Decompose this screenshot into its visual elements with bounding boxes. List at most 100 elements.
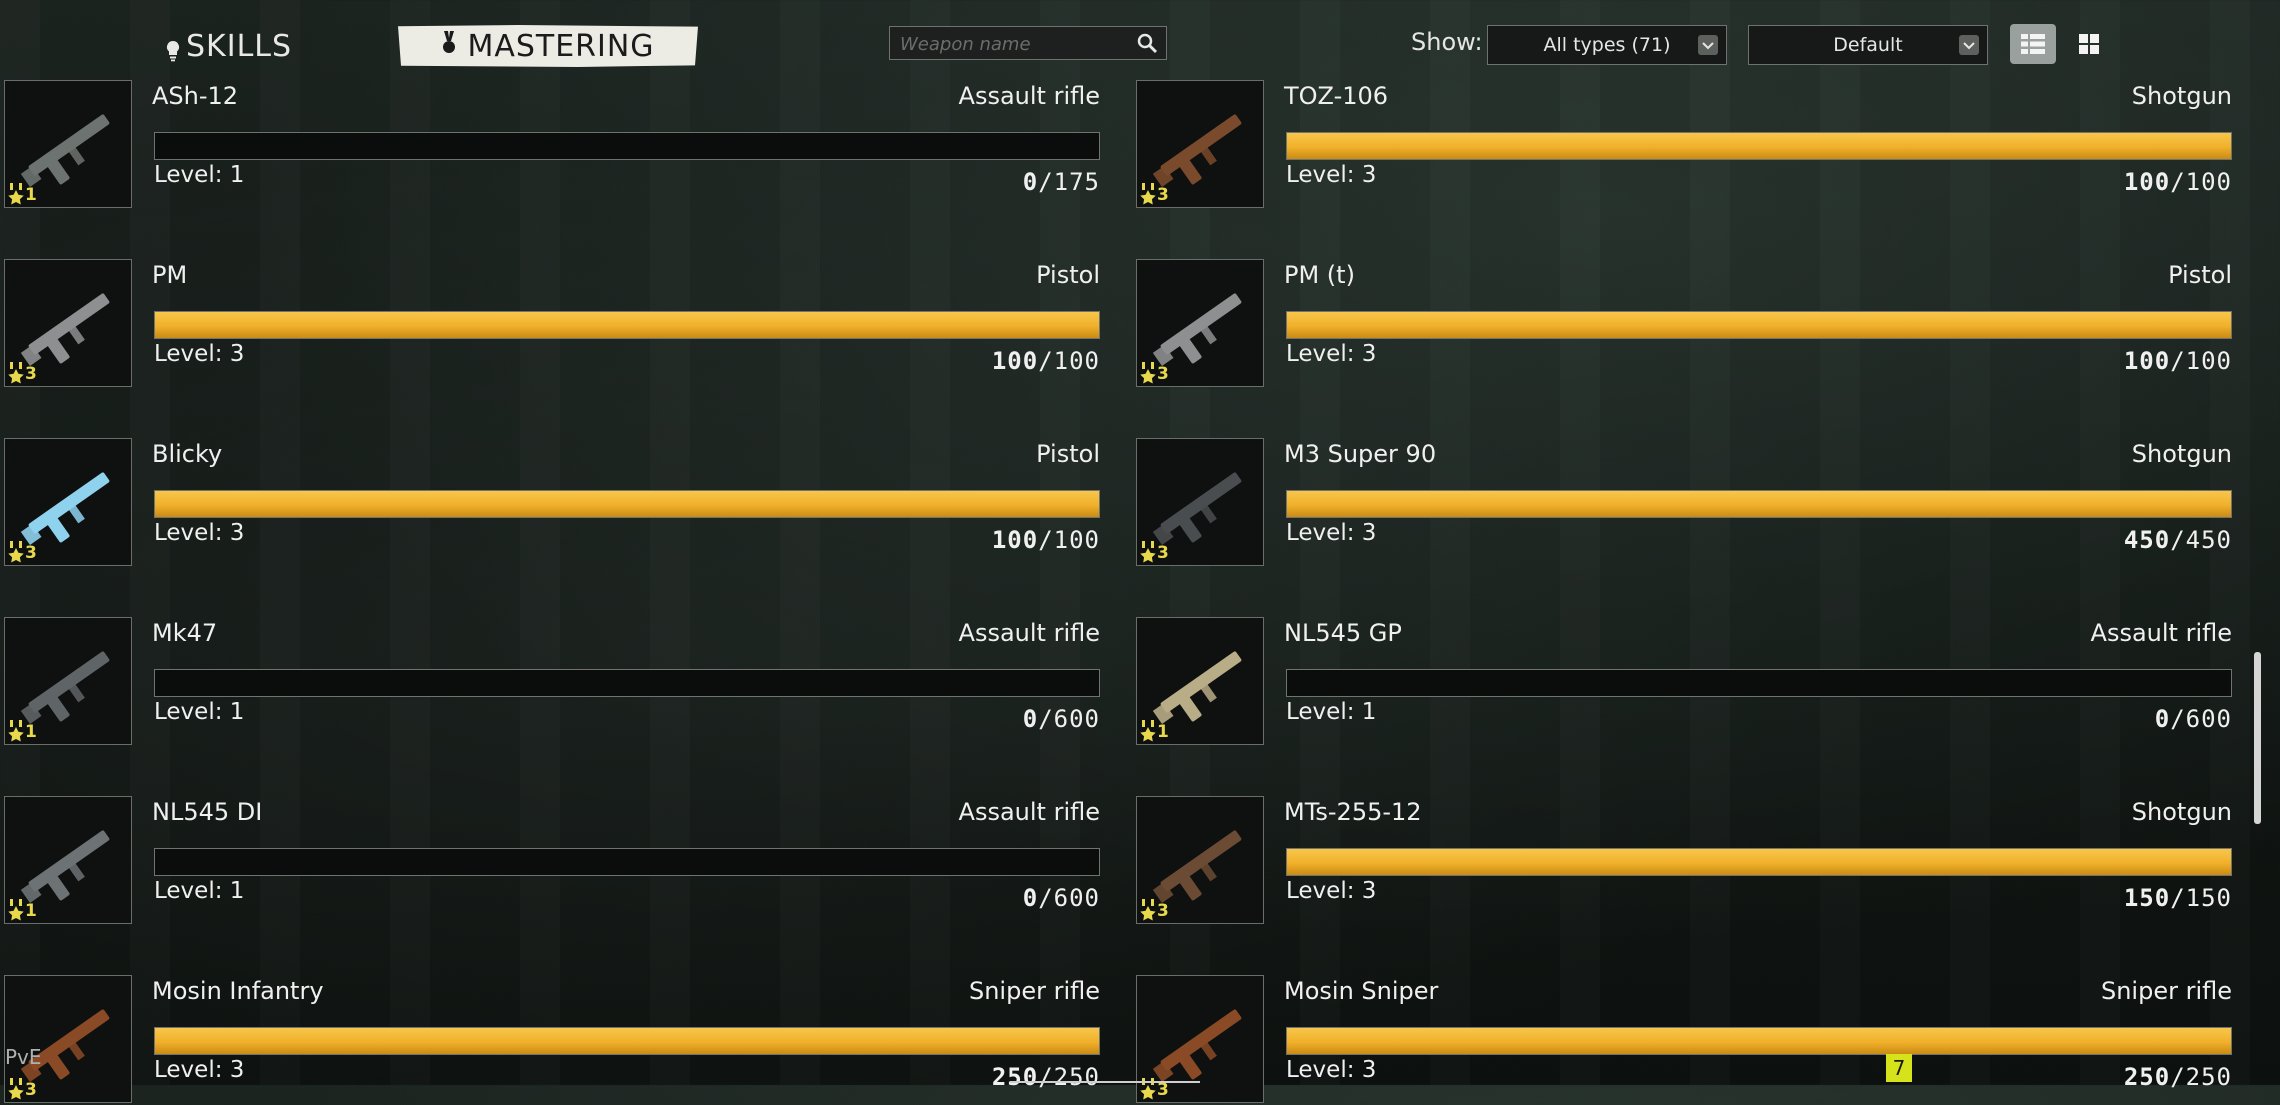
- mastery-progress-bar: [1286, 1027, 2232, 1055]
- weapon-name: NL545 GP: [1284, 619, 1402, 647]
- medal-star-icon: [8, 899, 24, 921]
- mastery-progress-fill: [1287, 491, 2231, 517]
- mastery-level-number: 1: [25, 901, 37, 921]
- mastery-progress-text: 0/600: [1023, 705, 1100, 733]
- mastery-progress-current: 450: [2123, 526, 2171, 554]
- sort-value: Default: [1833, 34, 1903, 56]
- medal-star-icon: [1140, 541, 1156, 563]
- mastery-progress-fill: [1287, 1028, 2231, 1054]
- weapon-row[interactable]: 3 PM (t) Pistol Level: 3 100/100: [1136, 259, 2232, 389]
- weapon-search-input[interactable]: [898, 31, 1132, 57]
- mastery-level-number: 3: [1157, 185, 1169, 205]
- mastery-progress-current: 250: [991, 1063, 1039, 1091]
- weapon-row[interactable]: 3 PM Pistol Level: 3 100/100: [4, 259, 1100, 389]
- weapon-type: Assault rifle: [958, 82, 1100, 110]
- weapon-name: NL545 DI: [152, 798, 263, 826]
- mastery-level-text: Level: 3: [154, 1057, 245, 1083]
- mastery-progress-bar: [154, 1027, 1100, 1055]
- weapon-type: Shotgun: [2131, 440, 2232, 468]
- tab-mastering-label: MASTERING: [467, 28, 655, 64]
- weapon-row[interactable]: 3 TOZ-106 Shotgun Level: 3 100/100: [1136, 80, 2232, 210]
- weapon-row[interactable]: 3 Mosin Sniper Sniper rifle Level: 3 250/250: [1136, 975, 2232, 1105]
- mastery-progress-text: 100/100: [2124, 168, 2232, 196]
- top-bar: SKILLS MASTERING Show: All types (71) De…: [0, 0, 2280, 74]
- weapon-name: ASh-12: [152, 82, 239, 110]
- weapon-type: Pistol: [1036, 440, 1100, 468]
- weapon-row[interactable]: 3 Blicky Pistol Level: 3 100/100: [4, 438, 1100, 568]
- medal-star-icon: [1140, 362, 1156, 384]
- weapon-image: 1: [1136, 617, 1264, 745]
- mastery-level-number: 3: [1157, 1080, 1169, 1100]
- weapon-type: Shotgun: [2131, 82, 2232, 110]
- weapon-image: 1: [4, 796, 132, 924]
- weapon-row[interactable]: 3 MTs-255-12 Shotgun Level: 3 150/150: [1136, 796, 2232, 926]
- mastery-level-text: Level: 3: [1286, 520, 1377, 546]
- weapon-image: 3: [4, 259, 132, 387]
- mastery-level-badge: 1: [7, 899, 37, 921]
- mastery-level-text: Level: 3: [1286, 162, 1377, 188]
- mastery-level-number: 3: [1157, 364, 1169, 384]
- weapon-name: PM (t): [1284, 261, 1355, 289]
- weapon-image: 3: [1136, 259, 1264, 387]
- mastery-progress-fill: [1287, 849, 2231, 875]
- mastery-progress-current: 100: [991, 526, 1039, 554]
- notification-badge[interactable]: 7: [1886, 1054, 1912, 1082]
- sort-select[interactable]: Default: [1748, 25, 1988, 65]
- weapon-row[interactable]: 1 NL545 DI Assault rifle Level: 1 0/600: [4, 796, 1100, 926]
- weapon-name: Mk47: [152, 619, 218, 647]
- mastery-level-badge: 3: [7, 1078, 37, 1100]
- mastery-progress-text: 250/250: [992, 1063, 1100, 1091]
- mastery-level-number: 1: [25, 722, 37, 742]
- list-view-button[interactable]: [2010, 24, 2056, 64]
- mastery-level-badge: 1: [7, 183, 37, 205]
- mastery-level-number: 1: [1157, 722, 1169, 742]
- lightbulb-icon: [166, 35, 180, 62]
- weapon-row[interactable]: 1 ASh-12 Assault rifle Level: 1 0/175: [4, 80, 1100, 210]
- weapon-image: 3: [1136, 438, 1264, 566]
- mastery-progress-fill: [155, 491, 1099, 517]
- mastery-progress-bar: [154, 669, 1100, 697]
- mastery-progress-max: /100: [2170, 347, 2232, 375]
- mastery-progress-current: 0: [1022, 168, 1039, 196]
- type-filter-value: All types (71): [1543, 34, 1671, 56]
- mastery-level-badge: 3: [1139, 899, 1169, 921]
- weapon-image: 3: [4, 438, 132, 566]
- weapon-type: Pistol: [2168, 261, 2232, 289]
- mastery-progress-fill: [1287, 133, 2231, 159]
- mastery-level-number: 3: [1157, 901, 1169, 921]
- weapon-name: MTs-255-12: [1284, 798, 1422, 826]
- mastery-progress-text: 250/250: [2124, 1063, 2232, 1091]
- weapon-image: 3: [1136, 80, 1264, 208]
- mastery-progress-max: /600: [2170, 705, 2232, 733]
- weapon-row[interactable]: 1 NL545 GP Assault rifle Level: 1 0/600: [1136, 617, 2232, 747]
- weapon-image: 1: [4, 617, 132, 745]
- weapon-type: Assault rifle: [2090, 619, 2232, 647]
- weapon-image: 3: [4, 975, 132, 1103]
- type-filter-select[interactable]: All types (71): [1487, 25, 1727, 65]
- mastery-progress-bar: [1286, 669, 2232, 697]
- weapon-image: 3: [1136, 975, 1264, 1103]
- mastery-level-badge: 3: [1139, 541, 1169, 563]
- mastery-progress-text: 100/100: [992, 347, 1100, 375]
- weapon-row[interactable]: 3 Mosin Infantry Sniper rifle Level: 3 250/2…: [4, 975, 1100, 1105]
- mastery-progress-bar: [1286, 132, 2232, 160]
- tab-mastering[interactable]: MASTERING: [398, 25, 698, 67]
- mastery-level-badge: 3: [7, 541, 37, 563]
- weapon-type: Shotgun: [2131, 798, 2232, 826]
- mastery-progress-max: /450: [2170, 526, 2232, 554]
- weapon-row[interactable]: 1 Mk47 Assault rifle Level: 1 0/600: [4, 617, 1100, 747]
- weapon-name: M3 Super 90: [1284, 440, 1437, 468]
- scrollbar[interactable]: [2254, 652, 2261, 824]
- grid-view-button[interactable]: [2066, 24, 2112, 64]
- mastery-level-number: 3: [25, 364, 37, 384]
- search-icon[interactable]: [1136, 32, 1158, 54]
- mastery-level-badge: 1: [1139, 720, 1169, 742]
- mastery-progress-text: 0/175: [1023, 168, 1100, 196]
- weapon-type: Sniper rifle: [2100, 977, 2232, 1005]
- mastery-progress-bar: [154, 848, 1100, 876]
- mastery-progress-bar: [1286, 490, 2232, 518]
- weapon-row[interactable]: 3 M3 Super 90 Shotgun Level: 3 450/450: [1136, 438, 2232, 568]
- mastery-progress-current: 250: [2123, 1063, 2171, 1091]
- tab-skills[interactable]: SKILLS: [166, 24, 292, 68]
- mastery-progress-current: 0: [1022, 705, 1039, 733]
